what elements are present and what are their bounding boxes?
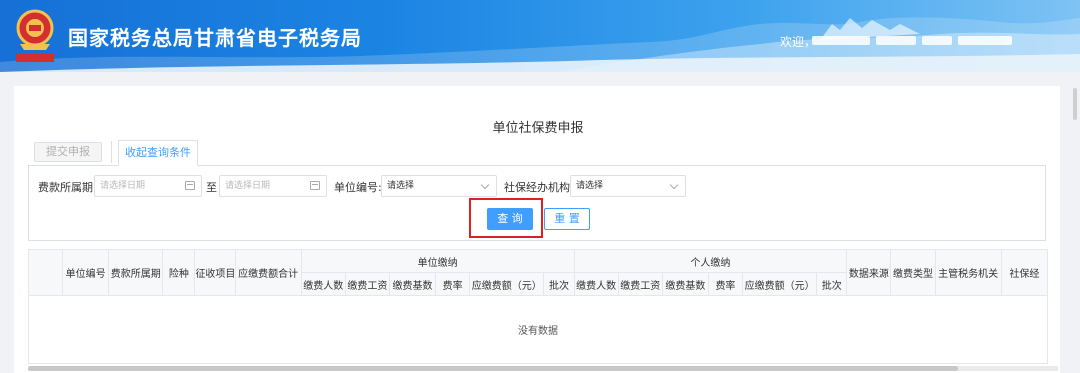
- page-title: 单位社保费申报: [492, 121, 584, 136]
- tab-divider: [111, 141, 112, 163]
- site-title: 国家税务总局甘肃省电子税务局: [68, 26, 362, 50]
- username-redacted: [812, 36, 1032, 45]
- unit-no-select[interactable]: 请选择: [381, 175, 497, 197]
- period-start-placeholder: 请选择日期: [100, 181, 146, 191]
- personal-col-amount: 应缴费额（元）: [741, 272, 818, 296]
- chevron-down-icon: [480, 180, 490, 190]
- group-unit-payment: 单位缴纳: [300, 249, 575, 273]
- col-total-due: 应缴费额合计: [234, 249, 302, 296]
- agency-select[interactable]: 请选择: [570, 175, 686, 197]
- unit-col-rate: 费率: [435, 272, 471, 296]
- agency-value: 请选择: [576, 181, 604, 191]
- col-social-agency: 社保经: [1000, 249, 1049, 296]
- chevron-down-icon: [669, 180, 679, 190]
- welcome-text: 欢迎，: [780, 35, 817, 49]
- period-start-input[interactable]: 请选择日期: [94, 175, 202, 197]
- calendar-icon: [185, 181, 195, 190]
- col-insurance-type: 险种: [162, 249, 196, 296]
- scrollbar-thumb[interactable]: [28, 366, 958, 371]
- unit-col-base: 缴费基数: [388, 272, 437, 296]
- period-label: 费款所属期:: [38, 181, 97, 194]
- top-banner: 国家税务总局甘肃省电子税务局 欢迎，: [0, 0, 1080, 72]
- unit-col-wage: 缴费工资: [344, 272, 390, 296]
- table-horizontal-scrollbar[interactable]: [28, 366, 1058, 371]
- tax-emblem-icon: [16, 9, 54, 62]
- col-tax-authority: 主管税务机关: [934, 249, 1002, 296]
- empty-state-text: 没有数据: [28, 295, 1048, 364]
- highlight-annotation: [469, 198, 543, 238]
- personal-col-base: 缴费基数: [661, 272, 709, 296]
- main-card: 单位社保费申报 提交申报 收起查询条件 费款所属期: 请选择日期 至 请选择日期…: [14, 86, 1060, 373]
- unit-no-label: 单位编号:: [334, 181, 382, 194]
- agency-label: 社保经办机构:: [504, 181, 574, 194]
- calendar-icon: [310, 181, 320, 190]
- personal-col-wage: 缴费工资: [617, 272, 663, 296]
- select-column-header: [27, 249, 64, 296]
- personal-col-batch: 批次: [816, 272, 848, 296]
- unit-col-amount: 应缴费额（元）: [469, 272, 545, 296]
- unit-col-headcount: 缴费人数: [300, 272, 346, 296]
- personal-col-headcount: 缴费人数: [573, 272, 619, 296]
- period-end-placeholder: 请选择日期: [225, 181, 271, 191]
- tab-query-conditions[interactable]: 收起查询条件: [118, 140, 198, 166]
- col-collection-item: 征收项目: [194, 249, 236, 296]
- declaration-table: 单位编号 费款所属期 险种 征收项目 应缴费额合计 单位缴纳 个人缴纳 数据来源…: [27, 249, 1049, 364]
- period-end-input[interactable]: 请选择日期: [219, 175, 327, 197]
- period-to-label: 至: [206, 181, 217, 194]
- reset-button[interactable]: 重 置: [544, 208, 590, 230]
- group-personal-payment: 个人缴纳: [573, 249, 848, 273]
- unit-col-batch: 批次: [543, 272, 575, 296]
- col-period: 费款所属期: [108, 249, 164, 296]
- unit-no-value: 请选择: [387, 181, 415, 191]
- col-payment-type: 缴费类型: [890, 249, 936, 296]
- submit-declaration-button[interactable]: 提交申报: [34, 142, 102, 162]
- personal-col-rate: 费率: [707, 272, 743, 296]
- col-data-source: 数据来源: [846, 249, 892, 296]
- col-unit-no: 单位编号: [62, 249, 110, 296]
- page-scrollbar[interactable]: [1073, 88, 1077, 120]
